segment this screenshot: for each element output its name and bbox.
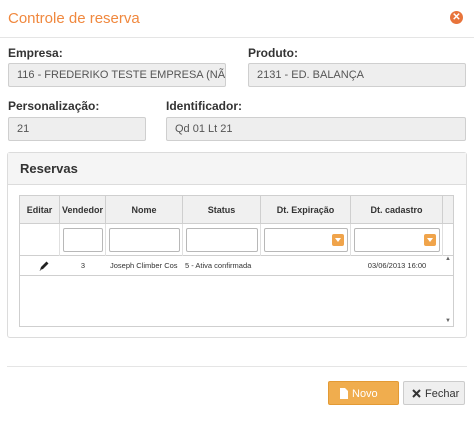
scroll-up-icon[interactable]: ▲ (445, 256, 451, 262)
empresa-field[interactable]: 116 - FREDERIKO TESTE EMPRESA (NÃO (8, 63, 226, 87)
reservas-title: Reservas (20, 161, 78, 176)
close-x-icon (412, 389, 421, 398)
fechar-button[interactable]: Fechar (403, 381, 465, 405)
column-header-nome[interactable]: Nome (106, 196, 183, 224)
novo-button[interactable]: Novo (328, 381, 399, 405)
footer-divider (7, 366, 467, 367)
column-header-vendedor[interactable]: Vendedor (60, 196, 106, 224)
filter-cell-vendedor (60, 224, 106, 256)
cell-nome: Joseph Climber Cos (110, 261, 178, 270)
document-icon (340, 388, 348, 399)
column-header-status[interactable]: Status (183, 196, 261, 224)
filter-cell-dt-cadastro (351, 224, 443, 256)
filter-dt-expiracao-select[interactable] (264, 228, 348, 252)
filter-cell-dt-expiracao (261, 224, 351, 256)
pencil-icon[interactable] (38, 260, 50, 272)
reservas-grid: Editar Vendedor Nome Status Dt. Expiraçã… (19, 195, 454, 327)
grid-header-row: Editar Vendedor Nome Status Dt. Expiraçã… (20, 196, 453, 224)
filter-cell-status (183, 224, 261, 256)
table-row[interactable]: 3 Joseph Climber Cos 5 - Ativa confirmad… (20, 256, 453, 276)
filter-dt-cadastro-select[interactable] (354, 228, 440, 252)
reservas-panel: Reservas Editar Vendedor Nome Status Dt.… (7, 152, 467, 338)
novo-button-label: Novo (352, 388, 378, 400)
filter-cell-editar (20, 224, 60, 256)
chevron-down-icon[interactable] (332, 234, 344, 246)
identificador-field[interactable]: Qd 01 Lt 21 (166, 117, 466, 141)
filter-vendedor-input[interactable] (63, 228, 103, 252)
close-icon[interactable]: ✕ (450, 11, 463, 24)
reservas-panel-header: Reservas (8, 153, 466, 185)
personalizacao-field[interactable]: 21 (8, 117, 146, 141)
chevron-down-icon[interactable] (424, 234, 436, 246)
produto-field[interactable]: 2131 - ED. BALANÇA (248, 63, 466, 87)
column-header-dt-expiracao[interactable]: Dt. Expiração (261, 196, 351, 224)
filter-cell-nome (106, 224, 183, 256)
column-header-dt-cadastro[interactable]: Dt. cadastro (351, 196, 443, 224)
dialog-title: Controle de reserva (8, 10, 140, 27)
reserva-dialog: Controle de reserva ✕ Empresa: 116 - FRE… (0, 0, 474, 422)
scroll-down-icon[interactable]: ▼ (445, 318, 451, 324)
grid-filter-row (20, 224, 453, 256)
personalizacao-label: Personalização: (8, 99, 100, 113)
filter-status-input[interactable] (186, 228, 258, 252)
identificador-label: Identificador: (166, 99, 243, 113)
grid-scrollbar[interactable]: ▲ ▼ (443, 256, 453, 326)
cell-status: 5 - Ativa confirmada (185, 261, 252, 270)
cell-dt-cadastro: 03/06/2013 16:00 (367, 261, 427, 270)
dialog-header: Controle de reserva ✕ (0, 0, 474, 38)
cell-dt-expiracao (261, 256, 351, 276)
fechar-button-label: Fechar (425, 388, 460, 400)
column-header-editar[interactable]: Editar (20, 196, 60, 224)
produto-label: Produto: (248, 46, 298, 60)
empresa-label: Empresa: (8, 46, 63, 60)
filter-nome-input[interactable] (109, 228, 180, 252)
cell-vendedor: 3 (80, 261, 86, 270)
